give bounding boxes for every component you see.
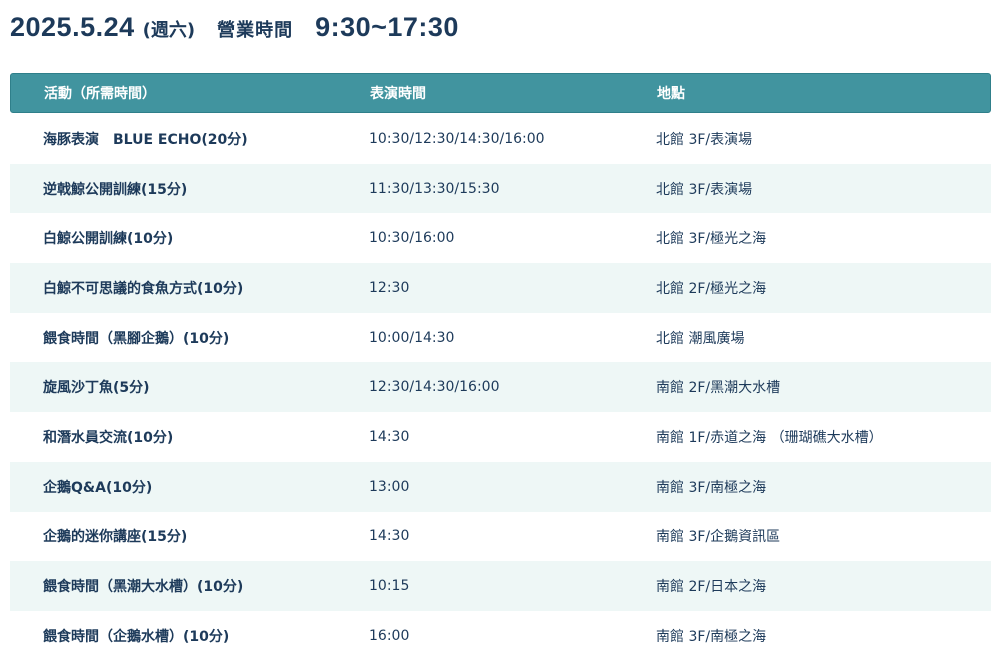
time-cell: 11:30/13:30/15:30 [369,180,500,197]
location-cell: 北館 2F/極光之海 [656,280,767,297]
table-row: 餵食時間（黑潮大水槽）(10分) 10:15 南館 2F/日本之海 [10,561,991,611]
table-row: 旋風沙丁魚(5分) 12:30/14:30/16:00 南館 2F/黑潮大水槽 [10,362,991,413]
activity-cell: 餵食時間（企鵝水槽）(10分) [43,628,230,645]
activity-cell: 餵食時間（黑腳企鵝）(10分) [43,330,230,347]
table-row: 海豚表演 BLUE ECHO(20分) 10:30/12:30/14:30/16… [10,114,991,164]
activity-cell: 餵食時間（黑潮大水槽）(10分) [43,579,244,596]
activity-cell: 企鵝的迷你講座(15分) [43,529,188,546]
location-cell: 南館 2F/黑潮大水槽 [656,380,781,397]
activity-cell: 和潛水員交流(10分) [43,429,174,446]
schedule-weekday: (週六) [142,20,196,41]
opening-hours-value: 9:30~17:30 [315,12,459,42]
location-cell: 北館 3F/表演場 [656,181,753,198]
table-row: 逆戟鯨公開訓練(15分) 11:30/13:30/15:30 北館 3F/表演場 [10,163,991,214]
location-cell: 南館 2F/日本之海 [656,579,767,596]
column-header-activity: 活動（所需時間） [44,86,156,102]
schedule-table: 活動（所需時間） 表演時間 地點 海豚表演 BLUE ECHO(20分) 10:… [10,73,991,661]
activity-cell: 企鵝Q&A(10分) [43,479,153,496]
activity-cell: 白鯨不可思議的食魚方式(10分) [43,280,244,297]
column-header-time: 表演時間 [370,86,426,102]
column-header-location: 地點 [657,86,685,102]
schedule-date: 2025.5.24 [10,12,135,42]
time-cell: 12:30 [369,279,410,296]
time-cell: 12:30/14:30/16:00 [369,379,500,396]
activity-cell: 旋風沙丁魚(5分) [43,380,150,397]
location-cell: 南館 3F/南極之海 [656,479,767,496]
activity-cell: 海豚表演 BLUE ECHO(20分) [43,131,248,148]
activity-cell: 白鯨公開訓練(10分) [43,231,174,248]
activity-cell: 逆戟鯨公開訓練(15分) [43,181,188,198]
location-cell: 北館 潮風廣場 [656,330,745,347]
table-header-row: 活動（所需時間） 表演時間 地點 [10,73,991,113]
opening-hours-label: 營業時間 [217,20,294,41]
time-cell: 16:00 [369,627,410,644]
time-cell: 10:00/14:30 [369,329,455,346]
table-row: 白鯨公開訓練(10分) 10:30/16:00 北館 3F/極光之海 [10,213,991,263]
table-row: 餵食時間（企鵝水槽）(10分) 16:00 南館 3F/南極之海 [10,611,991,661]
table-row: 和潛水員交流(10分) 14:30 南館 1F/赤道之海 （珊瑚礁大水槽） [10,412,991,462]
time-cell: 10:30/12:30/14:30/16:00 [369,130,545,147]
time-cell: 14:30 [369,528,410,545]
page-header: 2025.5.24 (週六) 營業時間 9:30~17:30 [10,12,459,48]
time-cell: 10:30/16:00 [369,230,455,247]
table-row: 企鵝Q&A(10分) 13:00 南館 3F/南極之海 [10,461,991,512]
location-cell: 北館 3F/表演場 [656,131,753,148]
table-row: 餵食時間（黑腳企鵝）(10分) 10:00/14:30 北館 潮風廣場 [10,313,991,363]
time-cell: 14:30 [369,428,410,445]
table-body: 海豚表演 BLUE ECHO(20分) 10:30/12:30/14:30/16… [10,114,991,661]
location-cell: 南館 3F/南極之海 [656,628,767,645]
time-cell: 13:00 [369,478,410,495]
location-cell: 南館 3F/企鵝資訊區 [656,529,781,546]
time-cell: 10:15 [369,578,410,595]
table-row: 企鵝的迷你講座(15分) 14:30 南館 3F/企鵝資訊區 [10,512,991,562]
location-cell: 北館 3F/極光之海 [656,231,767,248]
location-cell: 南館 1F/赤道之海 （珊瑚礁大水槽） [656,429,883,446]
table-row: 白鯨不可思議的食魚方式(10分) 12:30 北館 2F/極光之海 [10,263,991,313]
